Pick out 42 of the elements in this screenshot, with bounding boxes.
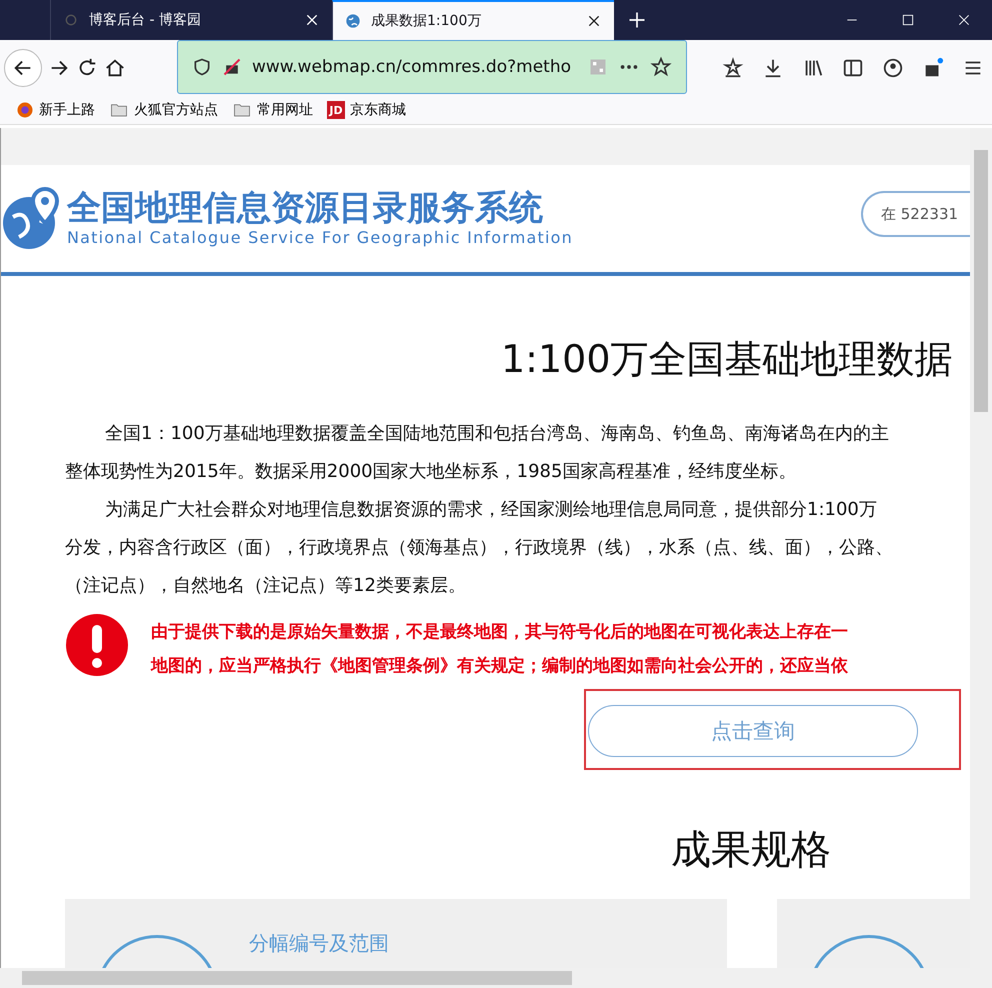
paragraph-line: 全国1：100万基础地理数据覆盖全国陆地范围和包括台湾岛、海南岛、钓鱼岛、南海诸岛在内的主 [104,422,890,446]
scrollbar-thumb[interactable] [22,971,572,985]
jd-logo-icon: JD [327,101,345,119]
shield-icon[interactable] [192,57,212,77]
maximize-icon[interactable] [901,13,915,27]
new-tab-icon[interactable] [627,10,647,30]
site-title: 全国地理信息资源目录服务系统 [67,190,544,228]
warning-line: 由于提供下载的是原始矢量数据，不是最终地图，其与符号化后的地图在可视化表达上存在一 [151,621,848,644]
bookmark-link[interactable]: 火狐官方站点 [134,101,218,119]
insecure-lock-icon[interactable] [222,57,242,77]
browser-tab[interactable]: 成果数据1:100万 [332,0,614,40]
bookmark-star-icon[interactable] [722,57,744,79]
scrollbar-thumb[interactable] [974,150,988,412]
vertical-scrollbar[interactable] [970,128,992,968]
home-icon[interactable] [104,57,126,79]
paragraph-line: 整体现势性为2015年。数据采用2000国家大地坐标系，1985国家高程基准，经纬度坐标。 [65,460,798,484]
warning-line: 地图的，应当严格执行《地图管理条例》有关规定；编制的地图如需向社会公开的，还应当依 [151,655,848,678]
close-icon[interactable] [586,13,602,29]
horizontal-scrollbar[interactable] [0,968,992,988]
back-button[interactable] [4,49,42,87]
paragraph-line: （注记点），自然地名（注记点）等12类要素层。 [65,574,467,598]
close-window-icon[interactable] [957,13,971,27]
exclamation-icon [65,613,129,677]
close-icon[interactable] [304,12,320,28]
site-subtitle: National Catalogue Service For Geographic Information [67,228,573,247]
star-icon[interactable] [650,56,672,78]
paragraph-line: 为满足广大社会群众对地理信息数据资源的需求，经国家测绘地理信息局同意，提供部分1:100万 [104,498,878,522]
account-icon[interactable] [882,57,904,79]
search-field[interactable]: 在 522331 [861,190,971,236]
sidebar-icon[interactable] [842,57,864,79]
paragraph-line: 分发，内容含行政区（面），行政境界点（领海基点），行政境界（线），水系（点、线、面），公路、 [65,536,894,560]
url-text: www.webmap.cn/commres.do?metho [252,57,572,77]
address-bar[interactable]: www.webmap.cn/commres.do?metho [177,40,687,94]
tab-title: 成果数据1:100万 [371,12,482,30]
page-heading: 1:100万全国基础地理数据 [501,336,954,383]
tab-title: 博客后台 - 博客园 [89,11,202,29]
section-title: 成果规格 [671,826,832,875]
firefox-icon[interactable] [16,101,34,119]
globe-icon[interactable] [345,13,361,29]
bookmark-link[interactable]: 常用网址 [257,101,313,119]
bookmark-link[interactable]: 京东商城 [350,101,406,119]
bookmark-link[interactable]: 新手上路 [39,101,95,119]
